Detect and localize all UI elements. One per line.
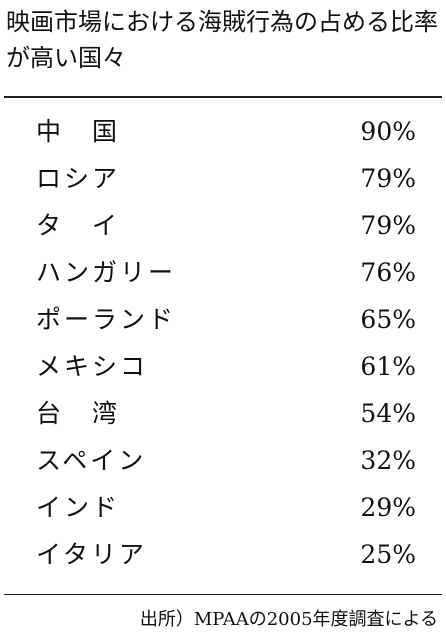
table-row: イタリア 25% <box>0 531 446 578</box>
piracy-rate: 65% <box>360 305 416 334</box>
country-name: イタリア <box>36 540 148 569</box>
piracy-rate: 76% <box>360 258 416 287</box>
piracy-rate: 32% <box>360 446 416 475</box>
piracy-rate: 54% <box>360 399 416 428</box>
table-row: インド 29% <box>0 484 446 531</box>
country-name: インド <box>36 493 121 522</box>
table-row: メキシコ 61% <box>0 343 446 390</box>
piracy-rate: 29% <box>360 493 416 522</box>
source-note: 出所）MPAAの2005年度調査による <box>139 609 438 630</box>
country-name: 中 国 <box>36 117 121 146</box>
piracy-rate: 90% <box>360 117 416 146</box>
country-name: タ イ <box>36 211 121 240</box>
country-name: 台 湾 <box>36 399 121 428</box>
table-title: 映画市場における海賊行為の占める比率が高い国々 <box>6 8 438 72</box>
table-row: ハンガリー 76% <box>0 249 446 296</box>
country-name: メキシコ <box>36 352 149 381</box>
piracy-rate: 79% <box>360 164 416 193</box>
table-row: タ イ 79% <box>0 202 446 249</box>
piracy-rate: 79% <box>360 211 416 240</box>
country-name: スペイン <box>36 446 147 475</box>
country-name: ポーランド <box>36 305 177 334</box>
piracy-rate: 61% <box>360 352 416 381</box>
top-rule <box>4 96 442 98</box>
table-row: 台 湾 54% <box>0 390 446 437</box>
table-row: ロシア 79% <box>0 155 446 202</box>
bottom-rule <box>4 594 442 595</box>
country-name: ハンガリー <box>36 258 177 287</box>
table-row: ポーランド 65% <box>0 296 446 343</box>
country-name: ロシア <box>36 164 121 193</box>
piracy-rate: 25% <box>360 540 416 569</box>
table-row: スペイン 32% <box>0 437 446 484</box>
piracy-rate-table: 中 国 90% ロシア 79% タ イ 79% ハンガリー 76% ポーランド … <box>0 108 446 578</box>
table-row: 中 国 90% <box>0 108 446 155</box>
